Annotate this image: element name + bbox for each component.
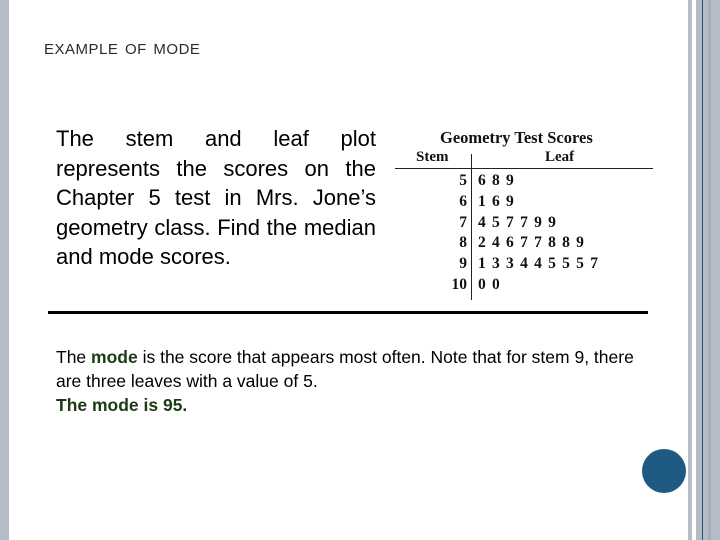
stem-leaf-plot: Geometry Test Scores Stem Leaf 5 6 8 9 6 1 … <box>395 126 655 300</box>
leaf-values: 1 3 3 4 4 5 5 5 7 <box>478 255 600 273</box>
leaf-header: Leaf <box>545 149 575 165</box>
decorative-circle <box>642 449 686 493</box>
explanation-text-2: is the score that appears most often. No… <box>56 347 634 391</box>
conclusion: The mode is 95. <box>56 395 188 415</box>
plot-row: 5 6 8 9 <box>395 172 655 193</box>
explanation-text-1: The <box>56 347 92 367</box>
stem-value: 7 <box>459 213 467 231</box>
stem-value: 8 <box>459 234 467 252</box>
leaf-values: 4 5 7 7 9 9 <box>478 213 558 231</box>
right-border-line <box>702 0 703 540</box>
plot-title: Geometry Test Scores <box>440 128 593 147</box>
section-divider <box>48 311 648 314</box>
plot-row: 9 1 3 3 4 4 5 5 5 7 <box>395 255 655 276</box>
header-rule <box>395 168 653 169</box>
right-border-stripe-inner <box>708 0 711 540</box>
right-border-stripe <box>688 0 692 540</box>
leaf-values: 0 0 <box>478 276 501 293</box>
keyword-mode: mode <box>91 347 138 367</box>
stem-value: 9 <box>459 255 467 273</box>
leaf-values: 2 4 6 7 7 8 8 9 <box>478 234 586 252</box>
plot-row: 7 4 5 7 7 9 9 <box>395 214 655 235</box>
explanation: The mode is the score that appears most … <box>56 345 656 417</box>
leaf-values: 1 6 9 <box>478 192 515 210</box>
problem-text: The stem and leaf plot represents the sc… <box>56 126 376 269</box>
leaf-values: 6 8 9 <box>478 172 515 189</box>
slide-title: Example of Mode <box>44 34 201 59</box>
stem-header: Stem <box>416 149 449 165</box>
plot-row: 10 0 0 <box>395 276 655 297</box>
stem-value: 10 <box>451 276 468 293</box>
plot-row: 8 2 4 6 7 7 8 8 9 <box>395 234 655 255</box>
stem-value: 5 <box>459 172 467 189</box>
left-border-bar <box>0 0 9 540</box>
stem-value: 6 <box>459 192 467 210</box>
plot-row: 6 1 6 9 <box>395 193 655 214</box>
